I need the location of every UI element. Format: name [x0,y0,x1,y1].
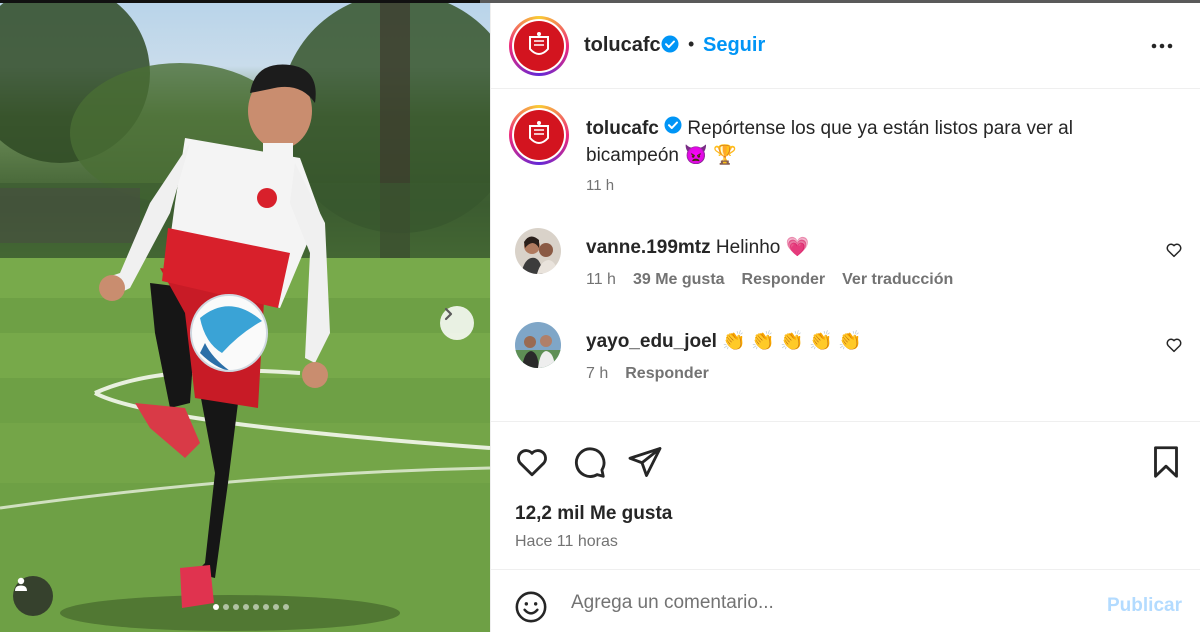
post-photo[interactable] [0,3,490,632]
reply-button[interactable]: Responder [625,365,709,383]
commenter-avatar[interactable] [515,228,561,274]
commenter-avatar[interactable] [515,322,561,368]
post-details-panel: tolucafc • Seguir tolucafc Repórtense lo… [490,3,1200,632]
comment-timestamp[interactable]: 11 h [586,271,616,289]
caption-body: Repórtense los que ya están listos para … [586,118,1073,167]
translate-button[interactable]: Ver traducción [842,271,953,289]
share-icon[interactable] [627,444,663,485]
comment-body: 👏 👏 👏 👏 👏 [722,331,862,352]
bookmark-icon[interactable] [1148,444,1184,485]
add-comment-bar: Publicar [491,569,1200,632]
user-tag-icon [15,577,27,591]
verified-badge-icon [661,35,679,58]
toluca-crest-icon [514,21,564,71]
post-header: tolucafc • Seguir [491,3,1200,89]
post-comment-button[interactable]: Publicar [1107,595,1182,617]
author-avatar[interactable] [509,16,569,76]
carousel-dot [233,604,239,610]
tagged-users-button[interactable] [13,576,53,616]
carousel-dot [213,604,219,610]
comment-meta: 11 h 39 Me gusta Responder Ver traducció… [586,271,953,289]
comment-like-heart-icon[interactable] [1165,336,1183,359]
comment-meta: 7 h Responder [586,365,709,383]
post-actions: 12,2 mil Me gusta Hace 11 horas [491,421,1200,571]
caption-author-avatar[interactable] [509,105,569,165]
reply-button[interactable]: Responder [742,271,826,289]
comment-timestamp[interactable]: 7 h [586,365,608,383]
commenter-username[interactable]: yayo_edu_joel [586,331,717,352]
commenter-username[interactable]: vanne.199mtz [586,237,711,258]
caption-timestamp[interactable]: 11 h [586,177,614,194]
carousel-dot [273,604,279,610]
carousel-dot [253,604,259,610]
carousel-dot [243,604,249,610]
player-illustration [0,3,490,632]
carousel-dot [283,604,289,610]
verified-badge-icon [664,115,682,142]
chevron-right-icon [444,307,453,321]
comment-likes[interactable]: 39 Me gusta [633,271,725,289]
comment-text: yayo_edu_joel 👏 👏 👏 👏 👏 [586,329,862,353]
emoji-icon[interactable] [514,590,548,629]
follow-button[interactable]: Seguir [703,34,765,57]
post-timestamp[interactable]: Hace 11 horas [515,533,618,551]
caption-text: tolucafc Repórtense los que ya están lis… [586,115,1146,169]
comment-body: Helinho 💗 [715,237,810,258]
toluca-crest-icon [514,110,564,160]
more-options-icon[interactable] [1149,33,1175,64]
carousel-dot [223,604,229,610]
comment-text: vanne.199mtz Helinho 💗 [586,235,809,259]
comment-input[interactable] [571,588,1091,618]
author-username[interactable]: tolucafc [584,34,661,57]
comment-icon[interactable] [571,444,607,485]
likes-count[interactable]: 12,2 mil Me gusta [515,503,672,525]
comment-like-heart-icon[interactable] [1165,241,1183,264]
carousel-next-button[interactable] [440,306,474,340]
carousel-indicator [213,604,289,610]
like-heart-icon[interactable] [514,444,550,485]
caption-username[interactable]: tolucafc [586,118,659,139]
header-separator: • [688,34,695,54]
carousel-dot [263,604,269,610]
